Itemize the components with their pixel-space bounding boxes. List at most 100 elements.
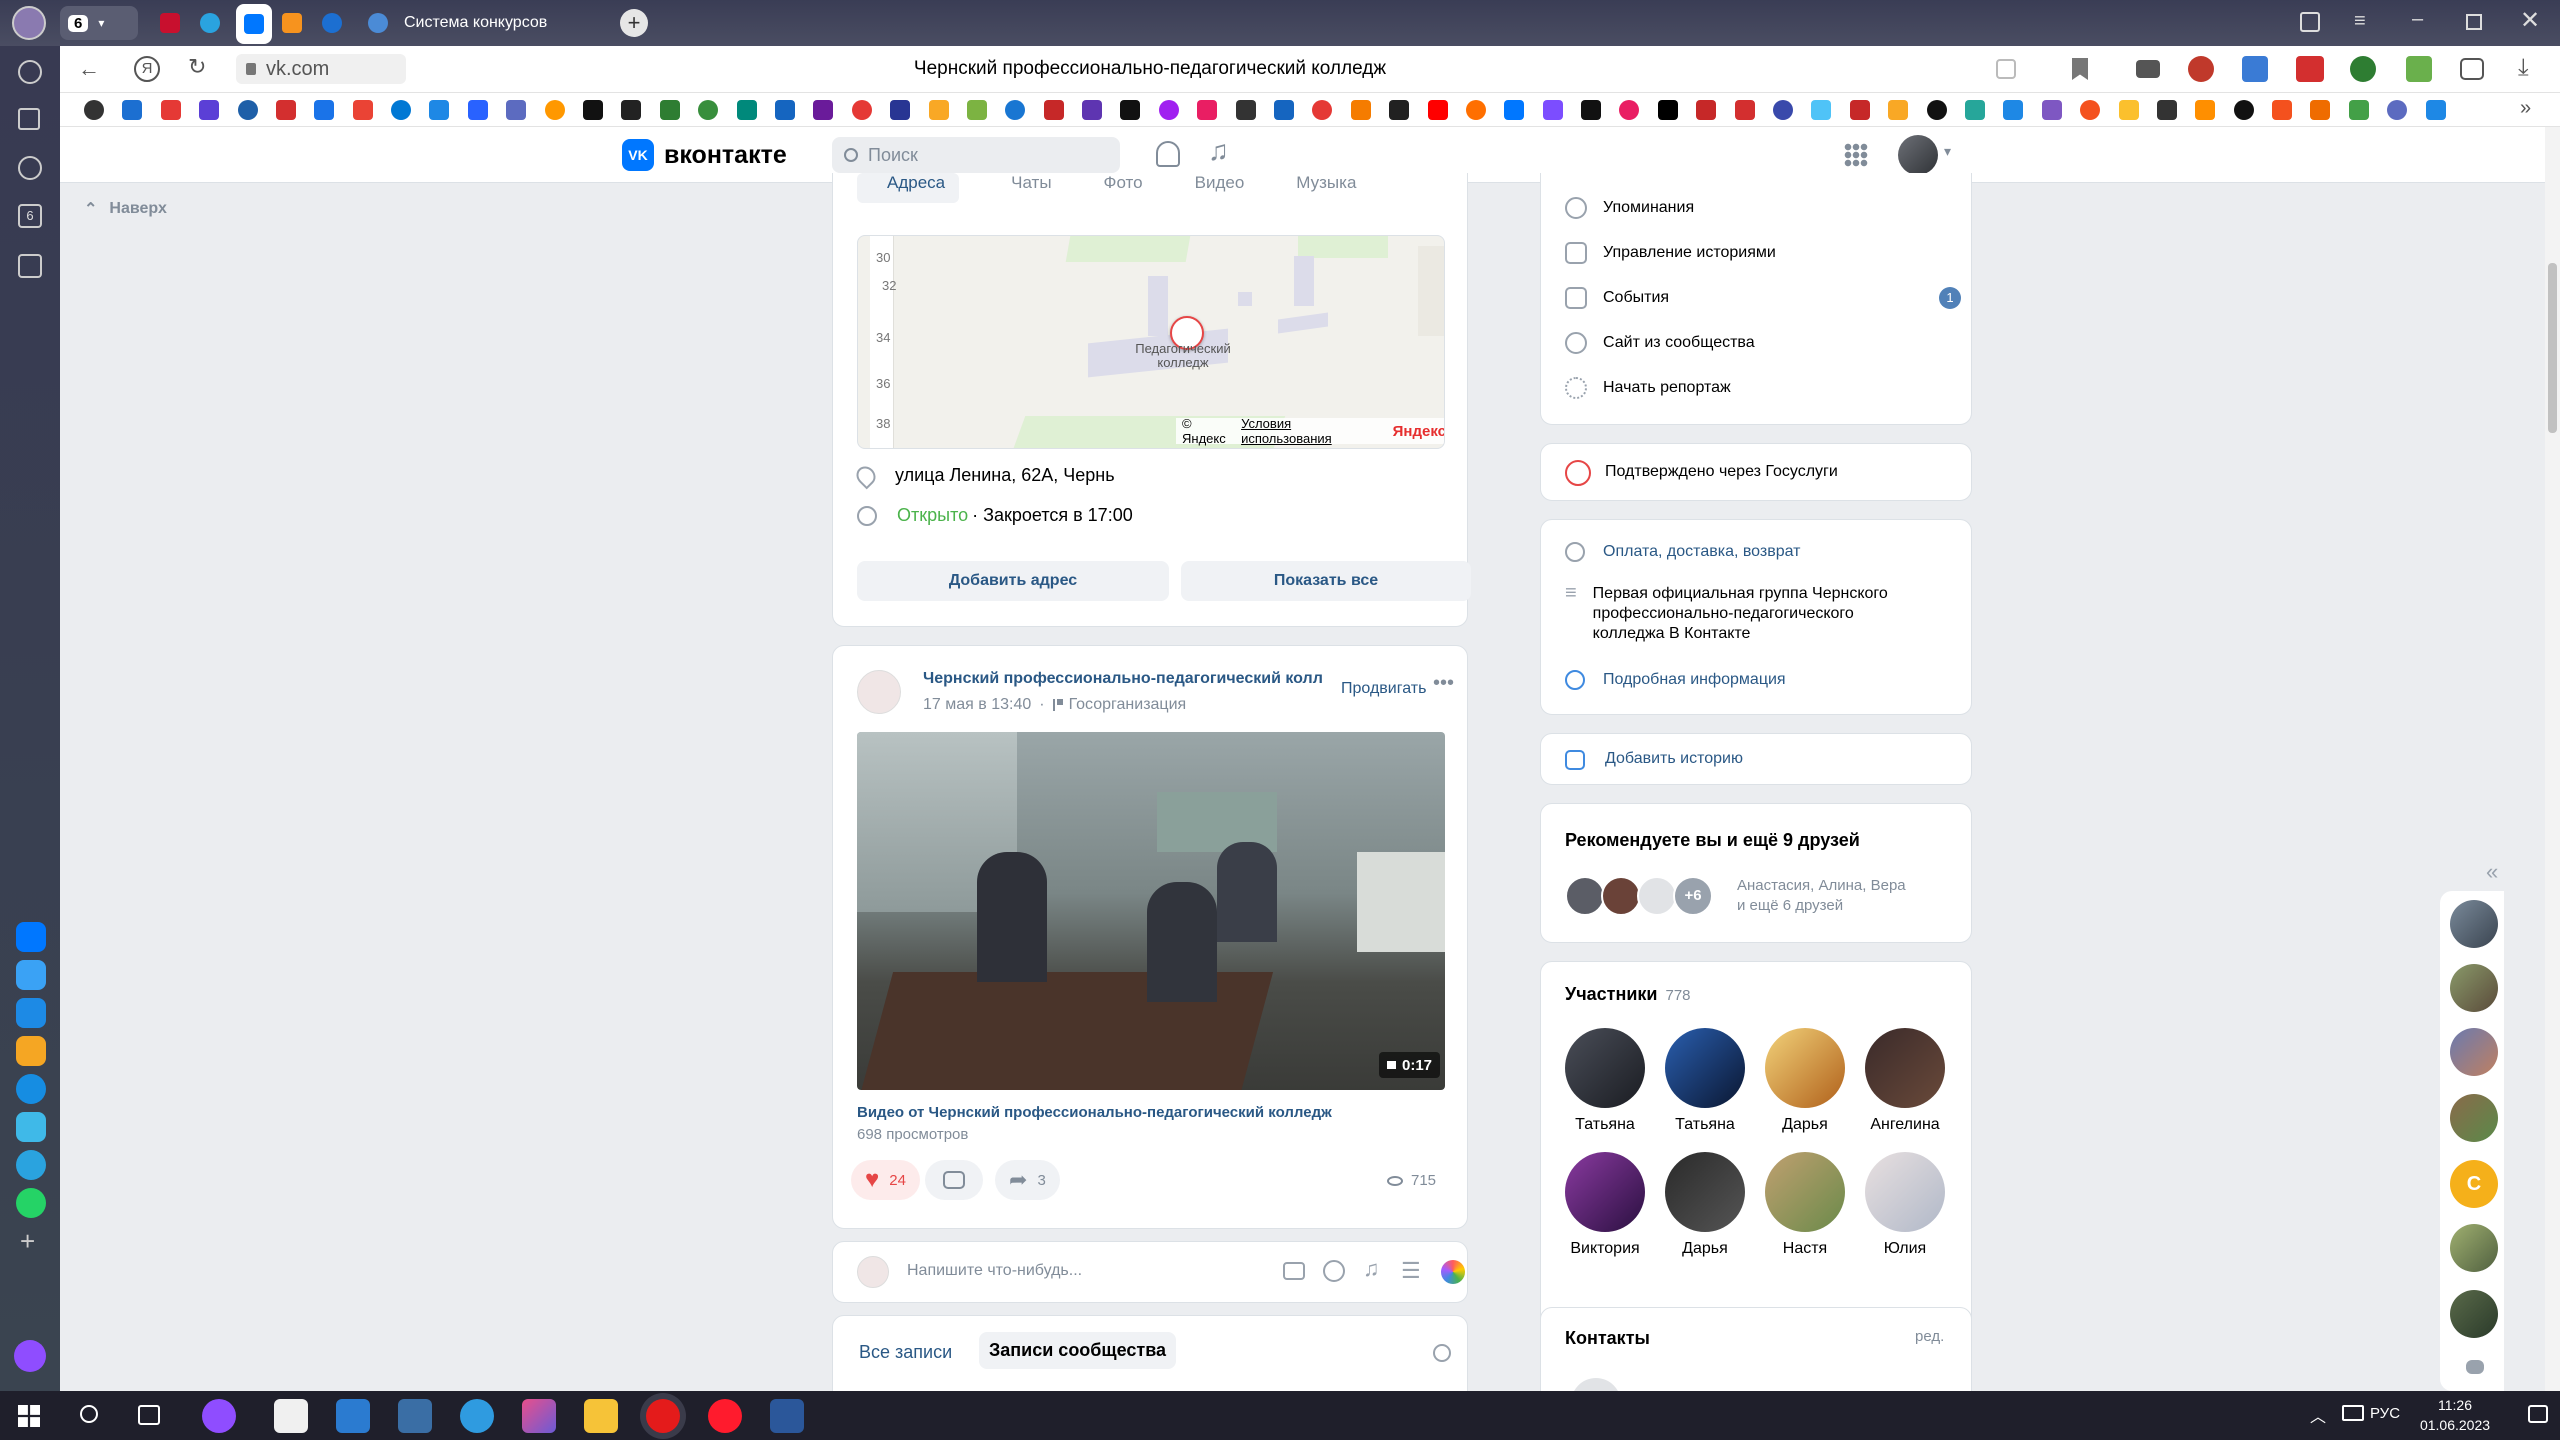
bookmark-favicon-icon[interactable]: [2348, 100, 2369, 120]
whatsapp-app-icon[interactable]: [16, 1188, 46, 1218]
video-title[interactable]: Видео от Чернский профессионально-педаго…: [857, 1104, 1332, 1121]
bookmark-favicon-icon[interactable]: [1235, 100, 1256, 120]
bookmarks-overflow-icon[interactable]: »: [2520, 97, 2531, 120]
new-tab-button[interactable]: +: [620, 9, 648, 37]
bookmark-favicon-icon[interactable]: [774, 100, 795, 120]
bookmark-favicon-icon[interactable]: [199, 100, 220, 120]
member-name[interactable]: Дарья: [1755, 1116, 1855, 1134]
bookmark-favicon-icon[interactable]: [506, 100, 527, 120]
bookmark-favicon-icon[interactable]: [659, 100, 680, 120]
add-story-card[interactable]: Добавить историю: [1540, 733, 1972, 785]
page-scrollbar[interactable]: [2545, 127, 2560, 1391]
bookmark-favicon-icon[interactable]: [1389, 100, 1410, 120]
friend-avatar[interactable]: [1565, 876, 1605, 916]
chevron-down-icon[interactable]: ▾: [1944, 143, 1951, 160]
video-icon[interactable]: [1323, 1260, 1345, 1282]
bookmark-favicon-icon[interactable]: [1964, 100, 1985, 120]
bookmark-favicon-icon[interactable]: [1043, 100, 1064, 120]
bookmark-favicon-icon[interactable]: [1619, 100, 1640, 120]
bookmark-favicon-icon[interactable]: [160, 100, 181, 120]
bookmark-favicon-icon[interactable]: [237, 100, 258, 120]
music-icon[interactable]: ♫: [1363, 1256, 1380, 1282]
video-app-icon[interactable]: [16, 1112, 46, 1142]
bookmark-favicon-icon[interactable]: [1465, 100, 1486, 120]
internet-explorer-icon[interactable]: [460, 1399, 494, 1433]
bookmark-favicon-icon[interactable]: [1120, 100, 1141, 120]
bookmark-favicon-icon[interactable]: [1581, 100, 1602, 120]
control-panel-icon[interactable]: [398, 1399, 432, 1433]
bookmark-favicon-icon[interactable]: [2003, 100, 2024, 120]
chat-avatar[interactable]: [2450, 1224, 2498, 1272]
chat-avatar[interactable]: [2450, 900, 2498, 948]
tab-community-posts[interactable]: Записи сообщества: [979, 1332, 1177, 1369]
scrollbar-thumb[interactable]: [2548, 263, 2557, 433]
download-icon[interactable]: ⤓: [2518, 54, 2529, 82]
folder-icon[interactable]: [584, 1399, 618, 1433]
bookmark-favicon-icon[interactable]: [314, 100, 335, 120]
menu-events[interactable]: События 1: [1565, 287, 1961, 309]
tab-pinned-ok[interactable]: [282, 6, 306, 40]
bookmark-favicon-icon[interactable]: [429, 100, 450, 120]
yandex-map[interactable]: 30 32 34 36 38 Педагогический колледж © …: [857, 235, 1445, 449]
telegram-app-icon[interactable]: [16, 1150, 46, 1180]
bookmark-favicon-icon[interactable]: [2156, 100, 2177, 120]
bookmark-icon[interactable]: [2072, 58, 2088, 80]
member-avatar[interactable]: [1865, 1152, 1945, 1232]
vk-logo[interactable]: VK вконтакте: [622, 139, 787, 171]
bookmark-favicon-icon[interactable]: [1696, 100, 1717, 120]
music-icon[interactable]: ♫: [1208, 135, 1229, 167]
member-name[interactable]: Юлия: [1855, 1240, 1955, 1258]
bookmark-favicon-icon[interactable]: [1773, 100, 1794, 120]
bookmark-favicon-icon[interactable]: [928, 100, 949, 120]
members-header[interactable]: Участники 778: [1565, 984, 1691, 1005]
minimize-icon[interactable]: –: [2412, 8, 2423, 31]
member-avatar[interactable]: [1565, 1152, 1645, 1232]
wall-search-icon[interactable]: [1433, 1344, 1451, 1362]
camera-icon[interactable]: [1283, 1262, 1305, 1280]
network-icon[interactable]: [2342, 1405, 2364, 1421]
bookmark-favicon-icon[interactable]: [1158, 100, 1179, 120]
gosuslugi-card[interactable]: Подтверждено через Госуслуги: [1540, 443, 1972, 501]
contact-avatar[interactable]: [1571, 1378, 1621, 1391]
bookmark-favicon-icon[interactable]: [1082, 100, 1103, 120]
member-name[interactable]: Настя: [1755, 1240, 1855, 1258]
bookmark-favicon-icon[interactable]: [1849, 100, 1870, 120]
tabs-counter-icon[interactable]: 6: [18, 204, 42, 228]
member-name[interactable]: Ангелина: [1855, 1116, 1955, 1134]
bookmark-favicon-icon[interactable]: [1926, 100, 1947, 120]
translate-icon[interactable]: [1996, 59, 2016, 79]
article-icon[interactable]: ☰: [1401, 1258, 1421, 1284]
bookmark-favicon-icon[interactable]: [1657, 100, 1678, 120]
menu-stories[interactable]: Управление историями: [1565, 242, 1776, 264]
back-icon[interactable]: ←: [78, 56, 100, 82]
menu-live[interactable]: Начать репортаж: [1565, 377, 1731, 399]
video-icon[interactable]: [18, 156, 42, 180]
tab-addresses[interactable]: Адреса: [857, 173, 960, 203]
extension-icon-1[interactable]: [2136, 60, 2160, 78]
map-terms-link[interactable]: Условия использования: [1241, 416, 1381, 446]
chat-extension-icon[interactable]: [2460, 58, 2484, 80]
bookmark-favicon-icon[interactable]: [966, 100, 987, 120]
tab-group-counter[interactable]: 6 ▾: [60, 6, 138, 40]
taskbar-search-icon[interactable]: [80, 1405, 98, 1423]
tray-chevron-icon[interactable]: ︿: [2310, 1403, 2326, 1427]
extension-icon-5[interactable]: [2350, 56, 2376, 82]
clock[interactable]: 11:26 01.06.2023: [2410, 1395, 2500, 1435]
bookmark-favicon-icon[interactable]: [275, 100, 296, 120]
tab-pinned-1[interactable]: [160, 6, 184, 40]
extension-icon-2[interactable]: [2188, 56, 2214, 82]
bookmark-favicon-icon[interactable]: [2041, 100, 2062, 120]
bookmark-favicon-icon[interactable]: [2310, 100, 2331, 120]
alice-taskbar-icon[interactable]: [202, 1399, 236, 1433]
add-app-icon[interactable]: +: [20, 1226, 35, 1257]
menu-mentions[interactable]: Упоминания: [1565, 197, 1694, 219]
friend-avatar-placeholder[interactable]: [1637, 876, 1677, 916]
restore-icon[interactable]: [2466, 14, 2482, 30]
close-icon[interactable]: ✕: [2520, 6, 2540, 35]
bookmark-favicon-icon[interactable]: [621, 100, 642, 120]
screenshot-icon[interactable]: [18, 254, 42, 278]
services-grid-icon[interactable]: [1844, 143, 1868, 167]
games-app-icon[interactable]: [16, 1036, 46, 1066]
tab-music[interactable]: Музыка: [1276, 173, 1356, 203]
comment-button[interactable]: [925, 1160, 983, 1200]
